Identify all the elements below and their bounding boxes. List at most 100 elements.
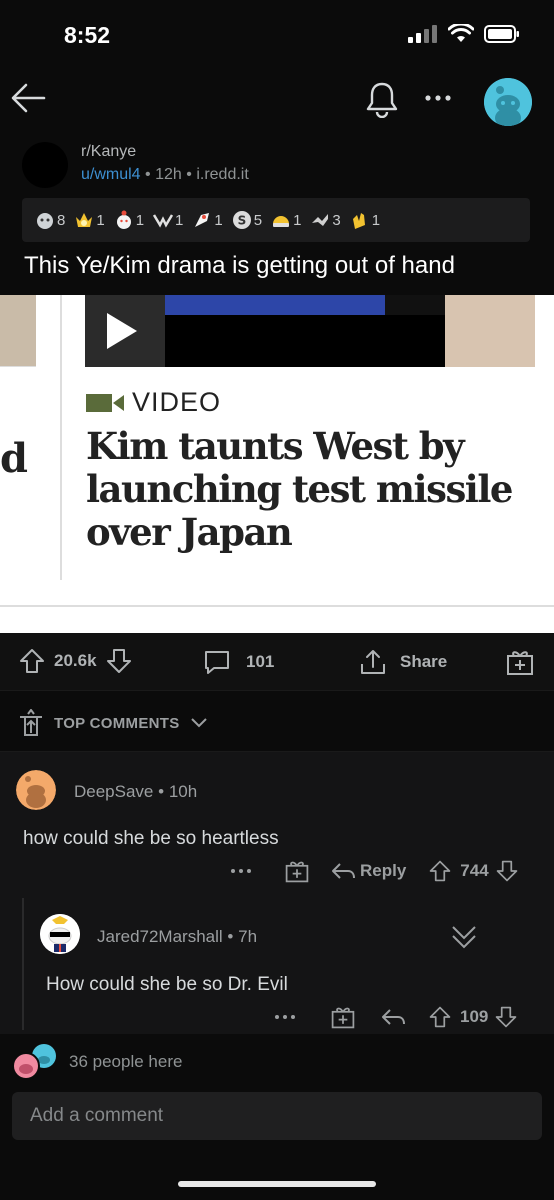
comment-age: 7h — [238, 927, 258, 946]
svg-text:S: S — [237, 214, 246, 228]
comment-bubble-icon — [205, 651, 229, 674]
reply-arrow-icon[interactable] — [380, 1005, 406, 1029]
share-button[interactable]: Share — [358, 647, 447, 677]
post-action-bar: 20.6k 101 Share — [0, 633, 554, 690]
sort-selector[interactable]: TOP COMMENTS — [18, 709, 208, 737]
award-rocket-like: 1 — [191, 209, 223, 231]
comment-score: 744 — [460, 861, 489, 880]
comment-age: 10h — [168, 782, 198, 801]
subreddit-name[interactable]: r/Kanye — [81, 143, 136, 161]
rocket-like-award-icon — [195, 213, 210, 227]
nav-bar — [0, 70, 554, 130]
reply-arrow-icon[interactable] — [330, 859, 356, 883]
presence-text: 36 people here — [69, 1052, 183, 1071]
home-indicator[interactable] — [178, 1181, 376, 1187]
thread-line[interactable] — [22, 898, 24, 1030]
post-meta: u/wmul4 • 12h • i.redd.it — [81, 166, 249, 184]
battery-icon — [484, 25, 519, 43]
add-comment-field[interactable] — [12, 1092, 542, 1140]
gold-award-icon — [76, 213, 93, 227]
comment-count: 101 — [246, 652, 275, 671]
meta-separator: • — [158, 782, 165, 801]
status-bar: 8:52 — [0, 0, 554, 70]
user-avatar[interactable] — [484, 78, 532, 126]
post-image[interactable]: d VIDEO Kim taunts West by launching tes… — [0, 295, 554, 633]
post-author[interactable]: u/wmul4 — [81, 166, 141, 183]
silver-award-icon — [37, 213, 53, 229]
comment-author-line: DeepSave • 10h — [74, 782, 197, 802]
comment-actions: 109 — [270, 1004, 518, 1030]
image-divider — [60, 295, 62, 580]
award-hugz: 1 — [270, 209, 301, 231]
vote-group: 20.6k — [18, 647, 133, 675]
comment-actions: Reply 744 — [226, 858, 519, 884]
snoo-avatar-icon — [16, 770, 56, 810]
back-arrow-icon — [11, 83, 46, 113]
share-icon — [361, 650, 385, 674]
more-options-button[interactable] — [420, 80, 460, 120]
meta-separator: • — [227, 927, 234, 946]
video-label: VIDEO — [86, 387, 221, 418]
comment-body: How could she be so Dr. Evil — [46, 974, 288, 995]
downvote-icon[interactable] — [105, 647, 133, 675]
award-clapping: 1 — [349, 209, 380, 231]
comment-avatar[interactable] — [40, 914, 80, 954]
award-gold: 1 — [73, 209, 105, 231]
award-silver-coin: S 5 — [231, 209, 262, 231]
comment-sort-bar[interactable]: TOP COMMENTS — [0, 690, 554, 752]
more-dots-icon[interactable] — [270, 1005, 300, 1029]
award-helpful: 1 — [152, 209, 183, 231]
play-icon — [107, 313, 137, 349]
back-button[interactable] — [8, 78, 52, 118]
give-award-button[interactable] — [505, 647, 535, 682]
wholesome-award-icon — [116, 210, 131, 229]
upvote-count: 20.6k — [54, 651, 97, 670]
more-dots-icon[interactable] — [226, 859, 256, 883]
silver-coin-award-icon: S — [232, 211, 251, 229]
image-headline: Kim taunts West by launching test missil… — [86, 424, 513, 554]
presence-indicator: 36 people here — [0, 1040, 554, 1084]
comment-input[interactable] — [12, 1092, 542, 1140]
meta-separator: • — [186, 166, 192, 183]
status-icons — [408, 24, 520, 44]
comments-button[interactable]: 101 — [202, 647, 274, 677]
comment-body: how could she be so heartless — [23, 828, 279, 849]
collapse-chevron-icon[interactable] — [449, 923, 479, 951]
top-sort-icon — [20, 709, 42, 736]
notifications-button[interactable] — [364, 80, 404, 120]
post-age: 12h — [155, 166, 182, 183]
gift-icon[interactable] — [284, 858, 310, 884]
reply-button[interactable]: Reply — [360, 861, 406, 881]
downvote-icon[interactable] — [495, 859, 519, 883]
subreddit-icon[interactable] — [22, 142, 68, 188]
wifi-icon — [448, 24, 474, 42]
comment-author[interactable]: DeepSave — [74, 782, 153, 801]
cellular-signal-icon — [408, 25, 437, 43]
helpful-award-icon — [152, 214, 174, 228]
bell-icon — [366, 82, 398, 119]
presence-avatars-icon — [12, 1044, 56, 1080]
award-wholesome: 1 — [113, 209, 144, 231]
comment-score: 109 — [460, 1007, 489, 1026]
gift-icon — [507, 651, 533, 675]
snoo-avatar-icon — [484, 78, 532, 126]
comment-author[interactable]: Jared72Marshall — [97, 927, 223, 946]
comment-avatar[interactable] — [16, 770, 56, 810]
upvote-icon[interactable] — [428, 1005, 452, 1029]
take-my-power-award-icon — [312, 214, 329, 226]
clapping-award-icon — [352, 213, 365, 229]
post-domain[interactable]: i.redd.it — [196, 166, 248, 183]
video-thumbnail — [85, 295, 535, 367]
snoo-sunglasses-avatar-icon — [40, 914, 80, 954]
downvote-icon[interactable] — [494, 1005, 518, 1029]
sort-label: TOP COMMENTS — [54, 714, 180, 732]
hugz-award-icon — [273, 216, 290, 227]
awards-bar[interactable]: 8 1 1 1 1 S 5 1 3 1 — [22, 198, 530, 242]
gift-icon[interactable] — [330, 1004, 356, 1030]
comment-author-line: Jared72Marshall • 7h — [97, 927, 257, 947]
image-bottom-rule — [0, 605, 554, 607]
chevron-down-icon — [190, 718, 207, 728]
upvote-icon[interactable] — [428, 859, 452, 883]
post-title[interactable]: This Ye/Kim drama is getting out of hand — [24, 252, 455, 280]
upvote-icon[interactable] — [18, 647, 46, 675]
